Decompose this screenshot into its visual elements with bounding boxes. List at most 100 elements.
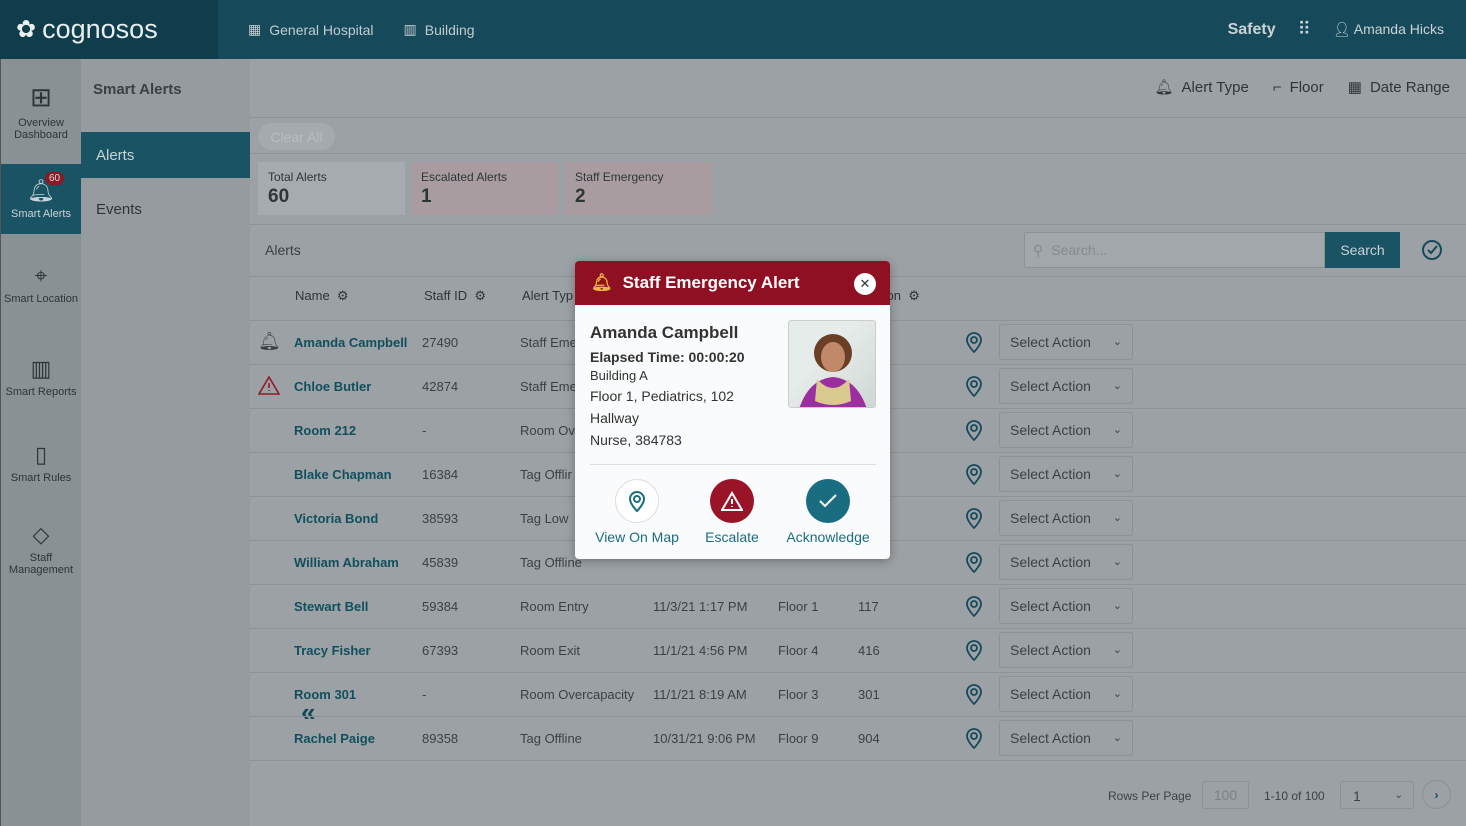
top-bar: ✿ cognosos ▦ General Hospital ▥ Building Sa… [0,0,1466,59]
select-action-dropdown[interactable]: Select Action ⌄ [999,676,1133,712]
sidebar-item-smart-reports[interactable]: ▥ Smart Reports [1,334,81,420]
map-pin-icon[interactable] [964,507,984,532]
rows-per-page-input[interactable]: 100 [1202,781,1249,809]
close-button[interactable]: ✕ [854,273,876,295]
row-name-link[interactable]: Room 301 [294,687,356,702]
select-action-dropdown[interactable]: Select Action ⌄ [999,500,1133,536]
table-row[interactable]: Room 301 - Room Overcapacity 11/1/21 8:1… [250,673,1466,717]
date-range-filter[interactable]: ▦ Date Range [1348,78,1450,97]
sd-card-icon: ▯ [34,442,48,467]
clear-all-button[interactable]: Clear All [258,123,335,150]
row-name-link[interactable]: Tracy Fisher [294,643,371,658]
bell-icon: 🔔︎ [1154,79,1174,96]
map-pin-icon[interactable] [964,727,984,752]
row-alert-type: Room Exit [520,643,580,658]
row-date: 11/1/21 4:56 PM [653,643,748,658]
row-name-link[interactable]: Chloe Butler [294,379,371,394]
subnav-events[interactable]: Events [81,186,250,232]
sort-filter-icon[interactable]: ⚙ [471,288,486,303]
check-circle-icon[interactable] [1420,238,1444,267]
summary-card-escalated[interactable]: Escalated Alerts 1 [411,162,558,215]
summary-card-staff-emergency[interactable]: Staff Emergency 2 [565,162,712,215]
map-pin-icon[interactable] [964,375,984,400]
col-name[interactable]: Name ⚙ [295,288,349,304]
building-selector[interactable]: ▥ Building [404,21,475,38]
row-name-link[interactable]: William Abraham [294,555,399,570]
row-staff-id: 42874 [422,379,459,394]
alert-count-badge: 60 [45,172,65,185]
chevron-down-icon: ⌄ [1112,688,1122,700]
select-action-dropdown[interactable]: Select Action ⌄ [999,544,1133,580]
row-staff-id: 59384 [422,599,459,614]
apps-grid-icon[interactable]: ⠿ [1298,19,1311,40]
chevron-down-icon: ⌄ [1112,380,1122,392]
subnav-alerts[interactable]: Alerts [81,132,250,178]
row-alert-type: Tag Offline [520,555,582,570]
acknowledge-button[interactable]: Acknowledge [778,479,878,545]
select-action-dropdown[interactable]: Select Action ⌄ [999,324,1133,360]
row-staff-id: 67393 [422,643,459,658]
page-select[interactable]: 1 ⌄ [1340,781,1414,809]
divider [590,464,876,465]
checkmark-icon [806,479,850,523]
hospital-icon: ▦ [248,21,262,37]
row-staff-id: - [422,423,427,438]
map-pin-icon[interactable] [964,639,984,664]
row-alert-type: Room Overcapacity [520,687,635,702]
chevron-down-icon: ⌄ [1112,512,1122,524]
map-pin-icon[interactable] [964,419,984,444]
chevron-down-icon: ⌄ [1112,732,1122,744]
sub-navigation: Smart Alerts Alerts Events « [81,59,315,826]
select-action-dropdown[interactable]: Select Action ⌄ [999,412,1133,448]
select-action-dropdown[interactable]: Select Action ⌄ [999,368,1133,404]
hospital-selector[interactable]: ▦ General Hospital [248,21,374,38]
alert-type-filter[interactable]: 🔔︎ Alert Type [1154,78,1248,97]
row-name-link[interactable]: Stewart Bell [294,599,368,614]
floor-filter[interactable]: ⌐ Floor [1273,78,1324,96]
sidebar-item-staff-management[interactable]: ◇ Staff Management [1,506,81,592]
row-name-link[interactable]: Victoria Bond [294,511,378,526]
view-on-map-button[interactable]: View On Map [587,479,687,545]
rows-per-page-label: Rows Per Page [1108,789,1192,803]
select-action-dropdown[interactable]: Select Action ⌄ [999,456,1133,492]
map-pin-icon[interactable] [964,551,984,576]
row-room: 117 [858,599,879,614]
col-alert-type[interactable]: Alert Typ [522,288,573,303]
row-name-link[interactable]: Rachel Paige [294,731,375,746]
table-row[interactable]: Rachel Paige 89358 Tag Offline 10/31/21 … [250,717,1466,761]
row-staff-id: 89358 [422,731,459,746]
col-staff-id[interactable]: Staff ID ⚙ [424,288,486,304]
row-name-link[interactable]: Amanda Campbell [294,335,407,350]
summary-card-total[interactable]: Total Alerts 60 [258,162,405,215]
sidebar-item-overview[interactable]: ⊞ Overview Dashboard [1,59,81,164]
row-name-link[interactable]: Room 212 [294,423,356,438]
next-page-button[interactable]: › [1422,780,1451,809]
search-input[interactable]: ⚲ Search... [1024,232,1325,268]
row-room: 416 [858,643,880,658]
row-floor: Floor 4 [778,643,819,658]
select-action-dropdown[interactable]: Select Action ⌄ [999,632,1133,668]
select-action-dropdown[interactable]: Select Action ⌄ [999,720,1133,756]
module-name[interactable]: Safety [1228,21,1276,39]
table-row[interactable]: Stewart Bell 59384 Room Entry 11/3/21 1:… [250,585,1466,629]
row-name-link[interactable]: Blake Chapman [294,467,392,482]
sort-filter-icon[interactable]: ⚙ [333,288,349,303]
logo[interactable]: ✿ cognosos [0,0,218,59]
staff-photo [788,320,876,408]
user-menu[interactable]: 👤︎ Amanda Hicks [1333,21,1444,38]
map-pin-icon[interactable] [964,683,984,708]
map-pin-icon[interactable] [964,331,984,356]
row-floor: Floor 3 [778,687,819,702]
sidebar-item-smart-location[interactable]: ⌖ Smart Location [1,234,81,334]
escalate-button[interactable]: Escalate [682,479,782,545]
sidebar-item-smart-alerts[interactable]: 🔔︎ 60 Smart Alerts [1,164,81,234]
sort-filter-icon[interactable]: ⚙ [905,288,920,303]
search-button[interactable]: Search [1325,232,1400,268]
page-range: 1-10 of 100 [1264,789,1325,803]
table-row[interactable]: Tracy Fisher 67393 Room Exit 11/1/21 4:5… [250,629,1466,673]
row-floor: Floor 1 [778,599,819,614]
map-pin-icon[interactable] [964,463,984,488]
sidebar-item-smart-rules[interactable]: ▯ Smart Rules [1,420,81,506]
select-action-dropdown[interactable]: Select Action ⌄ [999,588,1133,624]
map-pin-icon[interactable] [964,595,984,620]
